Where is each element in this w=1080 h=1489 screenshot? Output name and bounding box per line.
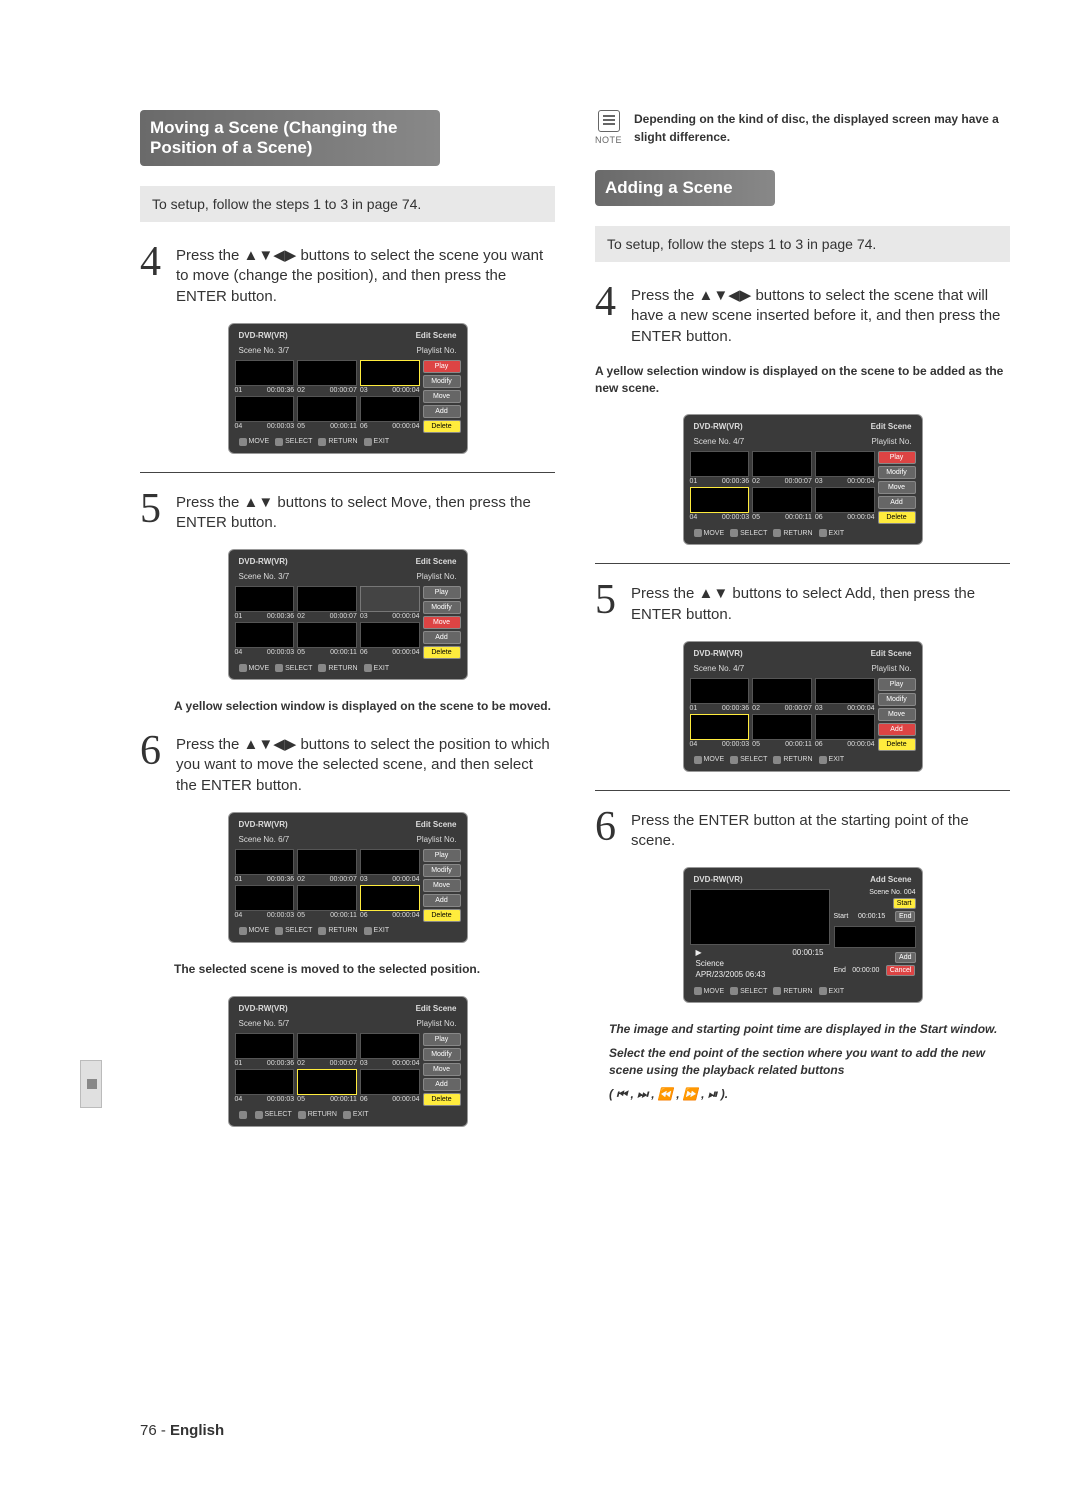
note-text: Depending on the kind of disc, the displ… [634,110,1010,146]
step-6: 6 Press the ENTER button at the starting… [595,809,1010,852]
dvd-edit-screen: DVD-RW(VR)Edit Scene Scene No. 3/7Playli… [228,323,468,454]
moving-scene-header: Moving a Scene (Changing the Position of… [140,110,440,166]
dvd-mode: DVD-RW(VR) [239,331,288,340]
dvd-title: Edit Scene [416,331,457,340]
step-4: 4 Press the ▲▼◀▶ buttons to select the s… [595,284,1010,347]
note-label: NOTE [595,135,622,145]
divider [595,563,1010,564]
dvd-edit-screen: DVD-RW(VR)Edit Scene Scene No. 3/7Playli… [228,549,468,680]
step-text: Press the ENTER button at the starting p… [631,809,1010,852]
step6-notes: The image and starting point time are di… [609,1021,1010,1103]
step-text: Press the ▲▼ buttons to select Move, the… [176,491,555,534]
step-4: 4 Press the ▲▼◀▶ buttons to select the s… [140,244,555,307]
step-text: Press the ▲▼ buttons to select Add, then… [631,582,1010,625]
step-number: 5 [595,582,625,625]
step-text: Press the ▲▼◀▶ buttons to select the sce… [176,244,555,307]
step6-note: The selected scene is moved to the selec… [174,961,555,978]
page-footer: 76 - English [140,1422,224,1439]
adding-scene-header: Adding a Scene [595,170,775,206]
step-number: 6 [595,809,625,852]
divider [140,472,555,473]
step-number: 6 [140,733,170,796]
playback-buttons-note: ( ⏮ , ⏭ , ⏪ , ⏩ , ⏯ ). [609,1087,728,1101]
page-number: 76 - [140,1422,170,1439]
divider [595,790,1010,791]
dvd-edit-screen: DVD-RW(VR)Edit Scene Scene No. 4/7Playli… [683,641,923,772]
step-number: 4 [140,244,170,307]
dvd-edit-screen: DVD-RW(VR)Edit Scene Scene No. 6/7Playli… [228,812,468,943]
setup-note: To setup, follow the steps 1 to 3 in pag… [140,186,555,222]
step-number: 5 [140,491,170,534]
note-line: Select the end point of the section wher… [609,1045,1010,1080]
step-5: 5 Press the ▲▼ buttons to select Add, th… [595,582,1010,625]
note-callout: NOTE Depending on the kind of disc, the … [595,110,1010,146]
side-tab [80,1060,102,1108]
step-5: 5 Press the ▲▼ buttons to select Move, t… [140,491,555,534]
right-column: NOTE Depending on the kind of disc, the … [595,110,1010,1145]
play-button: Play [423,360,461,373]
step5-note: A yellow selection window is displayed o… [174,698,555,715]
step-text: Press the ▲▼◀▶ buttons to select the pos… [176,733,555,796]
dvd-add-scene-screen: DVD-RW(VR)Add Scene ▶00:00:15 Science AP… [683,867,923,1003]
dvd-edit-screen: DVD-RW(VR)Edit Scene Scene No. 4/7Playli… [683,414,923,545]
note-line: The image and starting point time are di… [609,1021,1010,1038]
left-column: Moving a Scene (Changing the Position of… [140,110,555,1145]
dvd-edit-screen: DVD-RW(VR)Edit Scene Scene No. 5/7Playli… [228,996,468,1127]
step-number: 4 [595,284,625,347]
step-6: 6 Press the ▲▼◀▶ buttons to select the p… [140,733,555,796]
note-icon [598,110,620,132]
language-label: English [170,1422,224,1439]
step4-note: A yellow selection window is displayed o… [595,363,1010,397]
step-text: Press the ▲▼◀▶ buttons to select the sce… [631,284,1010,347]
setup-note: To setup, follow the steps 1 to 3 in pag… [595,226,1010,262]
